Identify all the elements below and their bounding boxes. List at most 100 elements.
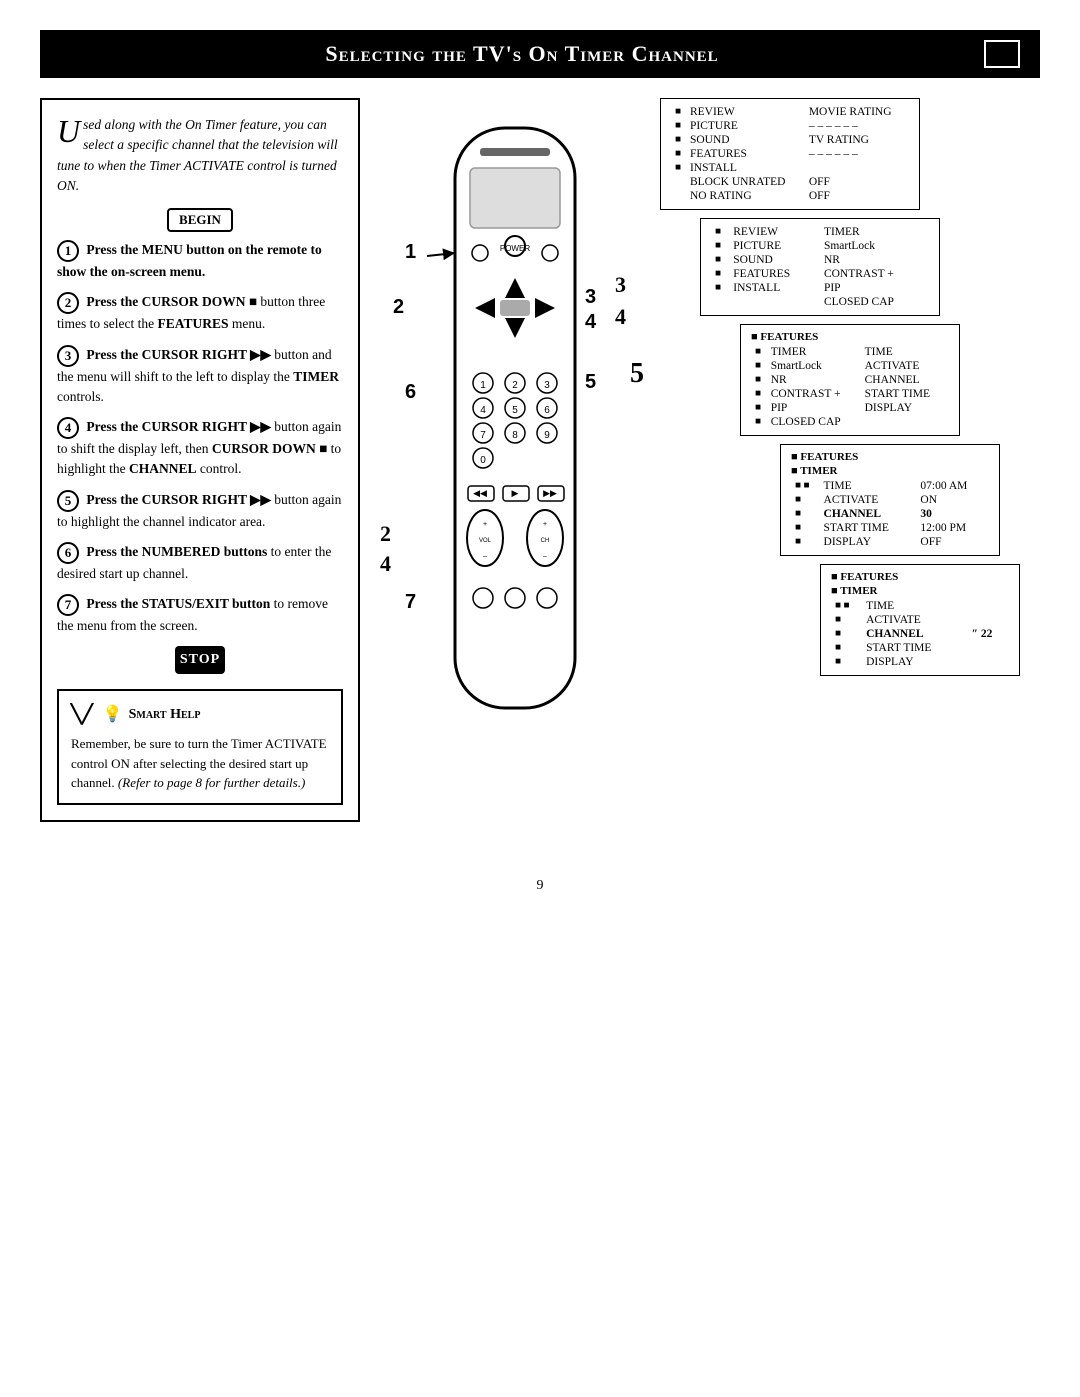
svg-text:7: 7 [405,591,416,613]
panel3-row-contrast: ■ CONTRAST + START TIME [751,387,949,401]
svg-text:0: 0 [480,455,486,466]
main-content: Used along with the On Timer feature, yo… [40,98,1040,848]
svg-text:+: + [483,521,487,528]
title-box-decoration [984,40,1020,68]
begin-label: BEGIN [167,208,233,232]
panel1-row-review: ■ REVIEW MOVIE RATING [671,105,909,119]
svg-text:2: 2 [393,296,404,318]
panel5-label-channel: CHANNEL [862,627,968,641]
panel3-label-smartlock: SmartLock [767,359,861,373]
panel1-label-features: FEATURES [686,147,805,161]
step-5: 5 Press the CURSOR RIGHT ▶▶ button again… [57,490,343,532]
panel4-val-channel: 30 [916,507,989,521]
panel5-val-activate [968,613,1009,627]
svg-text:5: 5 [585,371,596,393]
panel4-val-activate: ON [916,493,989,507]
panel3-row-nr: ■ NR CHANNEL [751,373,949,387]
panel3-row-smartlock: ■ SmartLock ACTIVATE [751,359,949,373]
panel3-label-nr: NR [767,373,861,387]
title-bar: Selecting the TV's On Timer Channel [40,30,1040,78]
panel1-label-install: INSTALL [686,161,805,175]
panel1-row-norating: NO RATING OFF [671,189,909,203]
panel3-val-closedcap [861,415,949,429]
svg-text:▶: ▶ [512,488,519,498]
panel1-row-picture: ■ PICTURE – – – – – – [671,119,909,133]
svg-text:2: 2 [512,380,518,391]
panel5-label-time: TIME [862,599,968,613]
panel1-row-features: ■ FEATURES – – – – – – [671,147,909,161]
remote-container: POWER 1 2 3 [375,118,655,773]
panel2-label-closedcap [729,295,820,309]
panel4-label-channel: CHANNEL [820,507,917,521]
panel3-row-pip: ■ PIP DISPLAY [751,401,949,415]
panel1-val-norating: OFF [805,189,909,203]
svg-text:+: + [543,521,547,528]
svg-text:8: 8 [512,430,518,441]
step-7-num: 7 [57,594,79,616]
svg-text:4: 4 [480,405,486,416]
menu-panel-1: ■ REVIEW MOVIE RATING ■ PICTURE – – – – … [660,98,920,210]
svg-text:5: 5 [512,405,518,416]
step-3: 3 Press the CURSOR RIGHT ▶▶ button and t… [57,345,343,408]
panel3-val-timer: TIME [861,345,949,359]
page: Selecting the TV's On Timer Channel Used… [0,0,1080,1397]
panel1-label-blockun: BLOCK UNRATED [686,175,805,189]
remote-svg: POWER 1 2 3 [375,118,655,768]
panel2-label-review: REVIEW [729,225,820,239]
smart-help-label: Smart Help [129,704,201,725]
panel4-label-display: DISPLAY [820,535,917,549]
panel2-row-install: ■ INSTALL PIP [711,281,929,295]
panel4-val-display: OFF [916,535,989,549]
panel3-label-timer: TIMER [767,345,861,359]
panel2-val-sound: NR [820,253,929,267]
drop-cap: U [57,115,80,147]
step-1: 1 Press the MENU button on the remote to… [57,240,343,282]
panel2-row-sound: ■ SOUND NR [711,253,929,267]
panel1-label-picture: PICTURE [686,119,805,133]
panel2-val-install: PIP [820,281,929,295]
panel5-label-starttime: START TIME [862,641,968,655]
svg-text:CH: CH [541,538,550,544]
panel5-label-display: DISPLAY [862,655,968,669]
step-arrow-5: 5 [630,358,644,390]
panel5-row-display: ■ DISPLAY [831,655,1009,669]
panel2-label-sound: SOUND [729,253,820,267]
panel3-val-nr: CHANNEL [861,373,949,387]
intro-text: Used along with the On Timer feature, yo… [57,115,343,196]
panel3-header: ■ FEATURES [751,331,949,343]
svg-text:7: 7 [480,430,486,441]
panel1-row-blockun: BLOCK UNRATED OFF [671,175,909,189]
panel4-header: ■ FEATURES [791,451,989,463]
panel5-row-starttime: ■ START TIME [831,641,1009,655]
menu-panel-5: ■ FEATURES ■ TIMER ■ ■ TIME ■ ACTIVATE [820,564,1020,676]
panel3-val-smartlock: ACTIVATE [861,359,949,373]
step-arrow-2-4: 2 4 [380,518,391,578]
panel1-row-sound: ■ SOUND TV RATING [671,133,909,147]
panel1-val-sound: TV RATING [805,133,909,147]
panel4-row-display: ■ DISPLAY OFF [791,535,989,549]
svg-text:4: 4 [585,311,597,333]
svg-text:1: 1 [405,241,416,263]
panel4-label-activate: ACTIVATE [820,493,917,507]
smart-help-box: ╲╱ 💡 Smart Help Remember, be sure to tur… [57,689,343,805]
svg-text:▶▶: ▶▶ [543,488,557,498]
panel5-val-display [968,655,1009,669]
smart-help-title: ╲╱ 💡 Smart Help [71,701,329,728]
panel1-val-picture: – – – – – – [805,119,909,133]
panel1-val-install [805,161,909,175]
panel2-val-picture: SmartLock [820,239,929,253]
panel3-label-contrast: CONTRAST + [767,387,861,401]
page-number: 9 [40,878,1040,894]
panel4-subheader: ■ TIMER [791,465,989,477]
panel1-val-review: MOVIE RATING [805,105,909,119]
panel5-val-time [968,599,1009,613]
svg-text:9: 9 [544,430,550,441]
panel5-row-activate: ■ ACTIVATE [831,613,1009,627]
panel1-val-features: – – – – – – [805,147,909,161]
svg-text:6: 6 [405,381,416,403]
panel2-row-picture: ■ PICTURE SmartLock [711,239,929,253]
panel5-subheader: ■ TIMER [831,585,1009,597]
smart-help-refer: (Refer to page 8 for further details.) [118,775,305,790]
svg-text:3: 3 [585,286,596,308]
page-title: Selecting the TV's On Timer Channel [60,41,984,67]
